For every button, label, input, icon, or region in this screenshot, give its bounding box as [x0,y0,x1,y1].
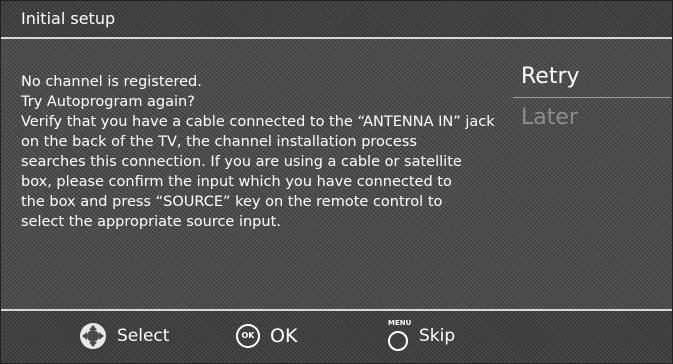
menu-circle-icon [388,331,408,351]
initial-setup-screen: Initial setup No channel is registered. … [0,0,673,364]
page-title: Initial setup [21,9,116,28]
message-line: Verify that you have a cable connected t… [21,114,495,130]
menu-icon-label: MENU [388,319,412,327]
ok-label: OK [270,325,298,347]
later-button[interactable]: Later [513,98,671,138]
footer-hints: Select OK OK MENU Skip [1,309,672,363]
message-line: the box and press “SOURCE” key on the re… [21,194,443,210]
message-line: Try Autoprogram again? [21,94,195,110]
title-bar: Initial setup [1,1,672,39]
option-list: Retry Later [513,57,671,138]
skip-hint: MENU Skip [387,311,455,361]
menu-button-icon: MENU [387,319,412,351]
message-line: searches this connection. If you are usi… [21,154,462,170]
retry-button[interactable]: Retry [513,57,671,98]
skip-label: Skip [419,326,456,346]
message-line: box, please confirm the input which you … [21,174,452,190]
message-text: No channel is registered. Try Autoprogra… [21,72,521,232]
ok-hint: OK OK [236,311,297,361]
dpad-icon [79,322,107,350]
ok-button-icon: OK [236,324,260,348]
select-hint: Select [79,311,169,361]
select-label: Select [117,326,170,346]
message-line: on the back of the TV, the channel insta… [21,134,417,150]
message-line: select the appropriate source input. [21,214,281,230]
message-line: No channel is registered. [21,74,202,90]
